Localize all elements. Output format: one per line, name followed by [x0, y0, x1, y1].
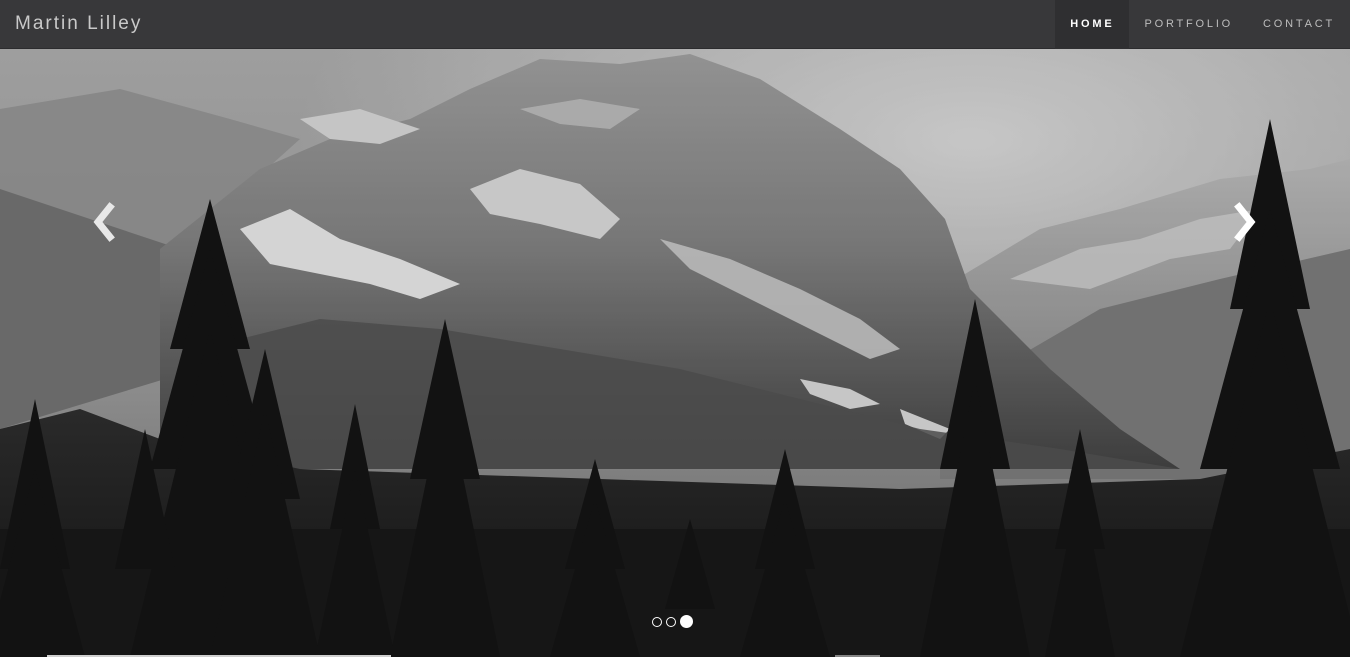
carousel-indicator-1[interactable]	[652, 616, 662, 627]
carousel-indicators	[650, 615, 695, 628]
carousel-slide-image	[0, 49, 1350, 657]
nav-item-contact[interactable]: CONTACT	[1248, 0, 1350, 49]
nav-item-portfolio[interactable]: PORTFOLIO	[1129, 0, 1248, 49]
carousel-indicator-2[interactable]	[666, 616, 676, 627]
nav-item-home[interactable]: HOME	[1055, 0, 1130, 49]
main-nav: HOME PORTFOLIO CONTACT	[1055, 0, 1350, 49]
carousel-indicator-3[interactable]	[680, 615, 693, 628]
hero-carousel	[0, 49, 1350, 657]
chevron-right-icon	[1234, 202, 1256, 242]
carousel-next-button[interactable]	[1225, 199, 1265, 245]
chevron-left-icon	[93, 202, 115, 242]
site-brand[interactable]: Martin Lilley	[15, 0, 142, 49]
top-navbar: Martin Lilley HOME PORTFOLIO CONTACT	[0, 0, 1350, 49]
carousel-prev-button[interactable]	[84, 199, 124, 245]
